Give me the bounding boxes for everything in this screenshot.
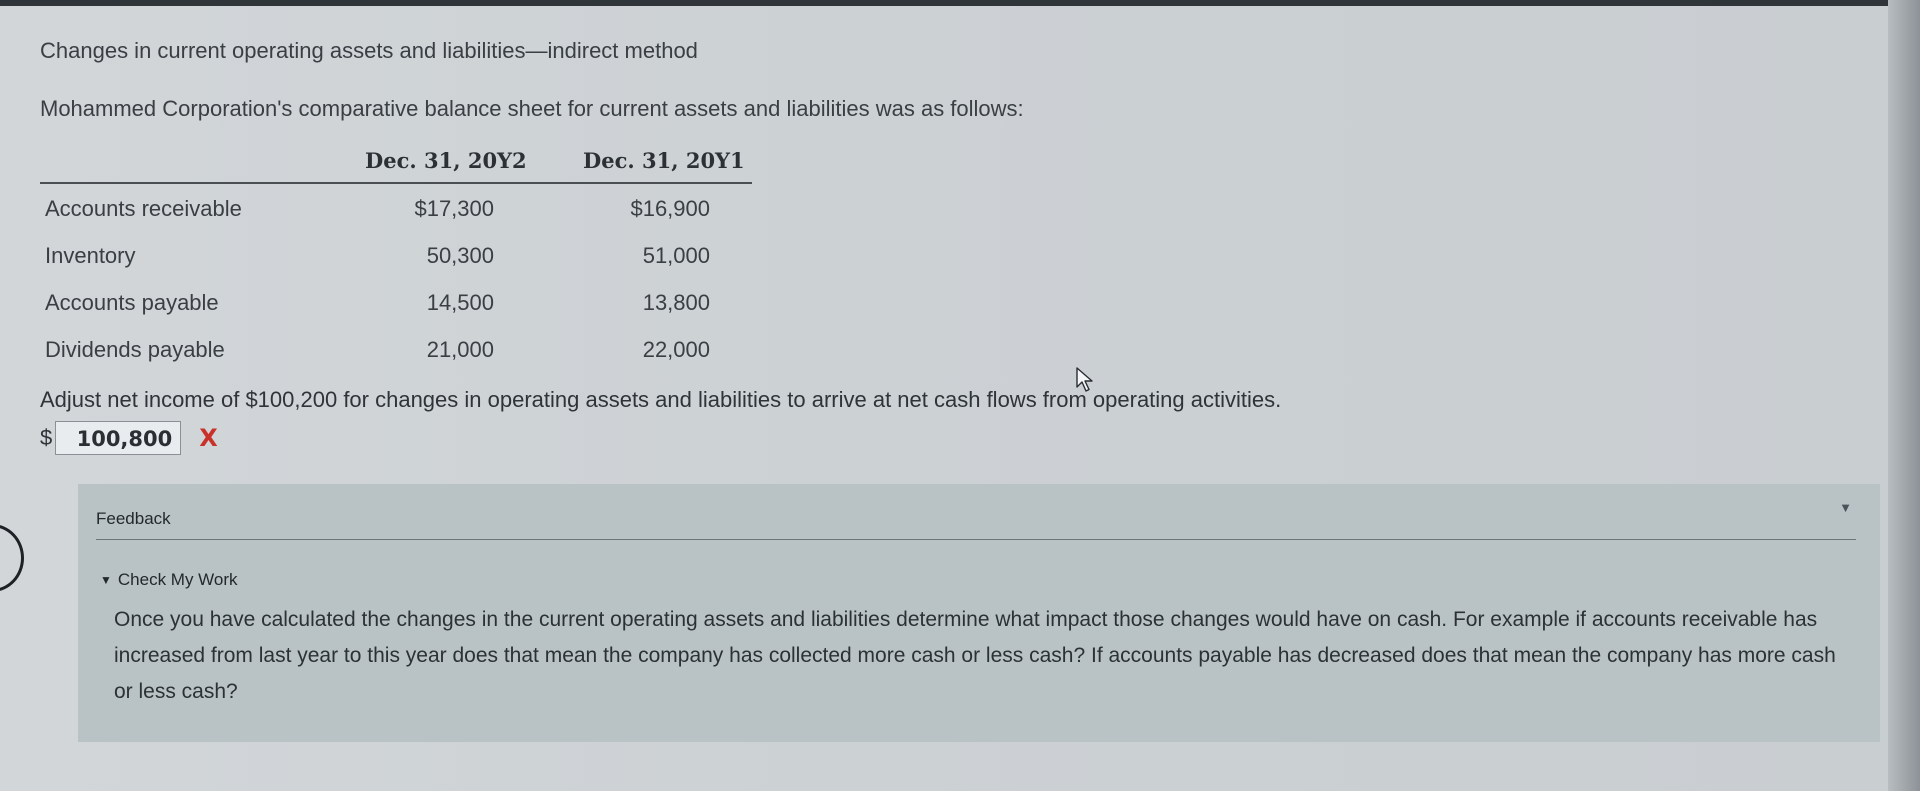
feedback-collapse-icon[interactable]: ▼ [1839,500,1852,515]
value-20y1: 13,800 [642,290,710,315]
value-20y2: $17,300 [414,196,494,221]
feedback-hint-text: Once you have calculated the changes in … [114,608,1836,703]
feedback-label: Feedback [96,509,171,528]
row-label: Inventory [45,243,136,268]
value-20y1: $16,900 [630,196,710,221]
answer-input[interactable]: 100,800 [55,421,182,455]
problem-title: Changes in current operating assets and … [40,38,698,63]
incorrect-x-icon: X [199,424,218,452]
value-20y1: 22,000 [642,337,710,362]
row-label: Accounts receivable [45,196,242,221]
divider [96,539,1856,540]
table-row: Inventory 50,300 51,000 [40,231,752,278]
column-header-20y1: Dec. 31, 20Y1 [583,148,745,173]
column-header-20y2: Dec. 31, 20Y2 [365,148,527,173]
value-20y2: 14,500 [426,290,494,315]
check-my-work-toggle[interactable]: ▼ Check My Work [100,570,238,590]
value-20y2: 50,300 [426,243,494,268]
value-20y2: 21,000 [426,337,494,362]
currency-symbol: $ [40,425,53,450]
row-label: Dividends payable [45,337,225,362]
table-row: Accounts payable 14,500 13,800 [40,278,752,325]
table-row: Accounts receivable $17,300 $16,900 [40,184,752,231]
balance-sheet-table: Dec. 31, 20Y2 Dec. 31, 20Y1 Accounts rec… [40,144,752,372]
problem-intro: Mohammed Corporation's comparative balan… [40,96,1024,121]
screen-right-edge [1888,0,1920,791]
row-label: Accounts payable [45,290,219,315]
mouse-cursor-icon [1076,367,1093,392]
problem-page: Changes in current operating assets and … [0,6,1888,791]
check-my-work-label: Check My Work [117,570,238,589]
feedback-panel: Feedback ▼ ▼ Check My Work Once you have… [78,484,1880,742]
answer-row: $ 100,800 X [40,419,218,457]
value-20y1: 51,000 [642,243,710,268]
caret-down-icon: ▼ [100,573,112,587]
table-row: Dividends payable 21,000 22,000 [40,325,752,372]
balance-sheet-header: Dec. 31, 20Y2 Dec. 31, 20Y1 [40,144,752,184]
screen-circle-artifact [0,524,24,592]
